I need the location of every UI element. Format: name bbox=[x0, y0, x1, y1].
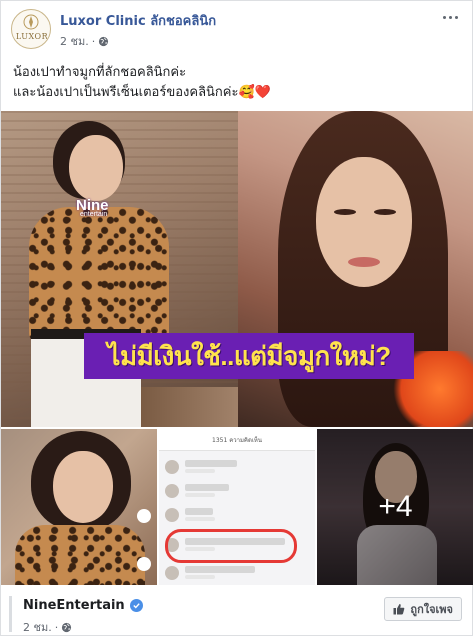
face bbox=[69, 135, 123, 201]
photo-woman-dress[interactable]: +4 bbox=[317, 429, 473, 585]
photo-comments-screenshot[interactable]: 1351 ความคิดเห็น bbox=[159, 429, 315, 585]
photo-woman-portrait[interactable] bbox=[238, 111, 473, 427]
globe-icon[interactable] bbox=[98, 36, 109, 47]
shared-source: NineEntertain bbox=[23, 598, 143, 613]
eye-left bbox=[334, 209, 356, 215]
comment-row bbox=[165, 457, 309, 479]
comment-row bbox=[165, 505, 309, 527]
avatar-logo-text: LUXOR bbox=[15, 32, 49, 41]
wooden-plank bbox=[141, 387, 238, 427]
comment-row bbox=[165, 563, 309, 585]
face bbox=[316, 157, 412, 287]
meta-separator: · bbox=[91, 34, 96, 48]
shared-divider bbox=[9, 596, 12, 632]
post-card: LUXOR Luxor Clinic ลักชอคลินิก 2 ชม. · น… bbox=[0, 0, 473, 636]
globe-icon[interactable] bbox=[61, 622, 72, 633]
page-avatar[interactable]: LUXOR bbox=[11, 9, 51, 49]
luxor-logo-icon bbox=[23, 14, 39, 30]
post-caption: น้องเปาทำจมูกที่ลักชอคลินิกค่ะ และน้องเป… bbox=[13, 63, 463, 103]
headline-banner: ไม่มีเงินใช้..แต่มีจมูกใหม่? bbox=[84, 333, 414, 379]
options-icon bbox=[137, 557, 151, 571]
face bbox=[53, 451, 113, 523]
comment-row bbox=[165, 481, 309, 503]
verified-badge-icon bbox=[129, 599, 143, 612]
page-name-link[interactable]: Luxor Clinic ลักชอคลินิก bbox=[60, 10, 216, 31]
leopard-top bbox=[15, 525, 145, 585]
more-photos-count[interactable]: +4 bbox=[317, 429, 473, 585]
like-page-button[interactable]: ถูกใจเพจ bbox=[384, 597, 462, 621]
post-timestamp[interactable]: 2 ชม. bbox=[60, 32, 89, 50]
more-options-icon[interactable] bbox=[438, 7, 462, 27]
like-page-label: ถูกใจเพจ bbox=[410, 603, 453, 616]
comment-highlight-circle bbox=[165, 529, 297, 563]
photo-woman-selfie[interactable] bbox=[1, 429, 157, 585]
nine-entertain-logo: Nine entertain bbox=[76, 197, 109, 218]
leopard-top bbox=[29, 207, 169, 343]
photo-woman-leopard-top[interactable] bbox=[1, 111, 238, 427]
caption-line: น้องเปาทำจมูกที่ลักชอคลินิกค่ะ bbox=[13, 65, 187, 80]
post-header: LUXOR Luxor Clinic ลักชอคลินิก 2 ชม. · bbox=[1, 1, 472, 55]
shared-source-name[interactable]: NineEntertain bbox=[23, 598, 125, 613]
meta-separator: · bbox=[54, 620, 59, 634]
eye-right bbox=[374, 209, 396, 215]
post-meta: 2 ชม. · bbox=[60, 32, 109, 50]
shared-meta: 2 ชม. · bbox=[23, 618, 72, 636]
shared-timestamp[interactable]: 2 ชม. bbox=[23, 618, 52, 636]
heart-icon bbox=[137, 509, 151, 523]
thumbs-up-icon bbox=[393, 604, 405, 615]
caption-line: และน้องเปาเป็นพรีเซ็นเตอร์ของคลินิกค่ะ🥰❤… bbox=[13, 85, 271, 100]
lips bbox=[348, 257, 380, 267]
comments-header: 1351 ความคิดเห็น bbox=[159, 429, 315, 451]
